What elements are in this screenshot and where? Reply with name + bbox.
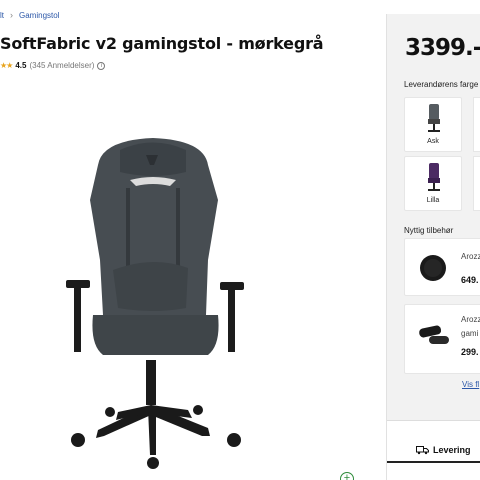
chair-thumbnail-icon	[428, 104, 440, 132]
color-option-partial[interactable]	[473, 97, 480, 152]
color-option-label: Lilla	[426, 197, 440, 204]
accessory-name: Arozz	[461, 252, 480, 261]
purchase-panel: 3399.- Leverandørens farge Ask Lilla Nyt…	[386, 14, 480, 480]
rating-score: 4.5	[15, 61, 27, 70]
chair-thumbnail-icon	[428, 163, 440, 191]
color-label: Leverandørens farge	[404, 80, 479, 89]
accessory-card[interactable]: Arozz gami 299.	[404, 304, 480, 374]
page-title: SoftFabric v2 gamingstol - mørkegrå	[0, 34, 324, 53]
tab-delivery-label: Levering	[433, 445, 471, 455]
rating-row[interactable]: ★★ 4.5 (345 Anmeldelser) i	[0, 61, 106, 70]
accessory-name: Arozz	[461, 315, 480, 324]
color-option-label: Ask	[427, 138, 439, 145]
accessory-name-line2: gami	[461, 329, 479, 338]
breadcrumb-prev-link[interactable]: lt	[0, 11, 4, 20]
truck-icon	[416, 446, 429, 455]
accessory-price: 649.	[461, 275, 479, 285]
breadcrumb: lt › Gamingstol	[0, 10, 59, 20]
accessory-thumbnail-icon	[419, 325, 449, 344]
rating-stars-icon: ★★	[0, 61, 13, 70]
color-option-ask[interactable]: Ask	[404, 97, 462, 152]
info-icon[interactable]: i	[97, 61, 106, 70]
accessory-price: 299.	[461, 347, 479, 357]
accessory-thumbnail-icon	[420, 255, 446, 281]
chevron-right-icon: ›	[10, 10, 13, 20]
show-more-link[interactable]: Vis fl	[462, 380, 479, 389]
tab-delivery[interactable]: Levering	[416, 445, 471, 455]
breadcrumb-current-link[interactable]: Gamingstol	[19, 11, 59, 20]
product-price: 3399.-	[405, 35, 480, 61]
zoom-in-icon[interactable]: +	[340, 472, 354, 480]
delivery-tab-panel: Levering	[387, 420, 480, 480]
product-image[interactable]	[58, 130, 258, 470]
accessory-card[interactable]: Arozz 649.	[404, 238, 480, 296]
color-option-partial[interactable]	[473, 156, 480, 211]
review-count[interactable]: (345 Anmeldelser)	[29, 61, 94, 70]
accessories-label: Nyttig tilbehør	[404, 226, 454, 235]
color-option-lilla[interactable]: Lilla	[404, 156, 462, 211]
active-tab-indicator	[387, 461, 480, 463]
chair-seat	[92, 315, 219, 355]
chair-base-icon	[71, 360, 241, 469]
